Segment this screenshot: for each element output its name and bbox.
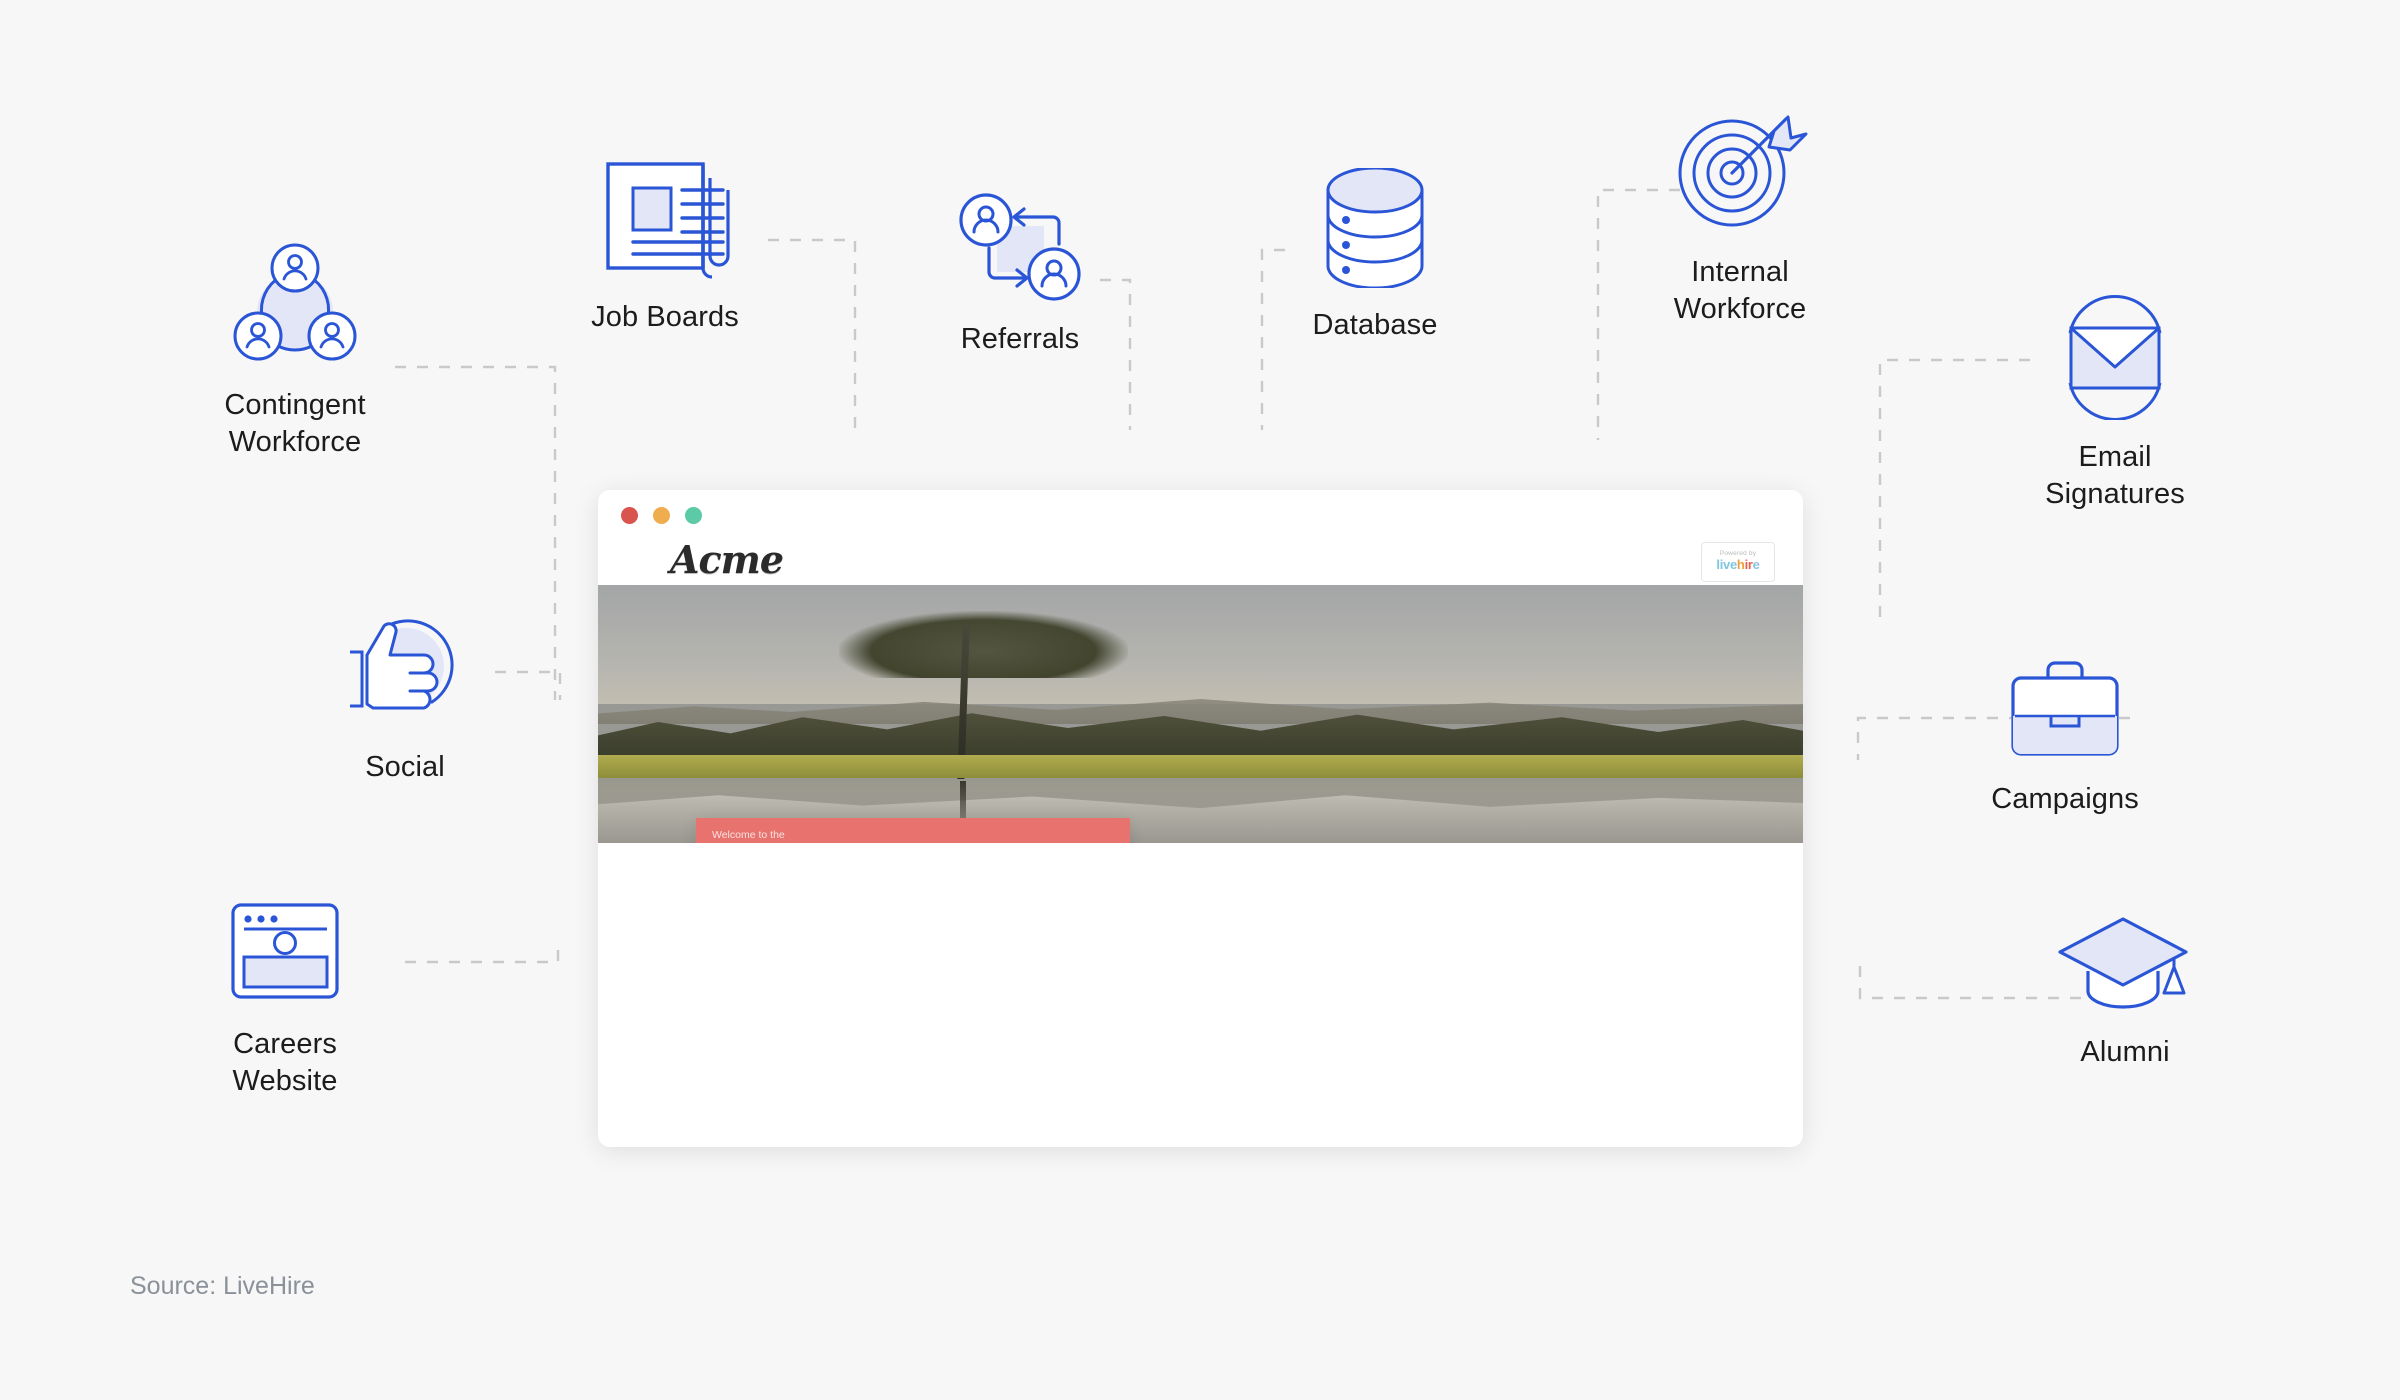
node-label: Internal Workforce [1673, 256, 1807, 326]
envelope-icon [2050, 295, 2180, 425]
node-label: Careers Website [232, 1028, 338, 1098]
connector-careers-website [405, 940, 560, 964]
maximize-green-dot[interactable] [685, 507, 702, 524]
people-network-icon [230, 240, 360, 373]
card-eyebrow: Welcome to the [712, 829, 785, 841]
node-social[interactable]: Social [315, 608, 495, 786]
talent-community-card: Welcome to the Acme Talent Community Hel… [696, 818, 1130, 843]
node-label: Alumni [2080, 1036, 2170, 1068]
node-internal-workforce[interactable]: Internal Workforce [1640, 105, 1840, 328]
thumbs-up-icon [340, 608, 470, 735]
node-label: Social [365, 751, 445, 783]
source-note: Source: LiveHire [130, 1272, 315, 1300]
node-label: Campaigns [1991, 783, 2139, 815]
graduation-cap-icon [2057, 905, 2193, 1020]
connector-job-boards [768, 238, 857, 430]
node-email-signatures[interactable]: Email Signatures [2025, 295, 2205, 513]
node-referrals[interactable]: Referrals [930, 192, 1110, 358]
card-header: Welcome to the Acme Talent Community [696, 818, 1130, 843]
browser-mockup: Acme Powered by livehire Welcome to the … [598, 490, 1803, 1147]
site-header: Acme Powered by livehire [598, 537, 1803, 585]
node-label: Database [1312, 309, 1438, 341]
briefcase-icon [2000, 650, 2130, 767]
minimize-yellow-dot[interactable] [653, 507, 670, 524]
node-label: Referrals [960, 323, 1080, 355]
newspaper-icon [590, 152, 740, 285]
database-cylinder-icon [1310, 166, 1440, 293]
browser-window-icon [220, 895, 350, 1012]
acme-logo: Acme [670, 537, 784, 582]
node-alumni[interactable]: Alumni [2035, 905, 2215, 1071]
connector-database [1260, 248, 1285, 430]
livehire-wordmark: livehire [1716, 557, 1760, 573]
node-campaigns[interactable]: Campaigns [1975, 650, 2155, 818]
node-label: Contingent Workforce [224, 389, 366, 459]
browser-title-bar [598, 490, 1803, 538]
node-careers-website[interactable]: Careers Website [195, 895, 375, 1100]
target-arrow-icon [1670, 105, 1810, 240]
connector-email-signatures [1878, 358, 2030, 620]
diagram-canvas: Contingent Workforce Job Boards Referral… [0, 0, 2400, 1400]
powered-by-livehire-badge: Powered by livehire [1701, 542, 1775, 582]
hero-photo: Welcome to the Acme Talent Community Hel… [598, 585, 1803, 843]
node-label: Email Signatures [2045, 441, 2185, 511]
referral-exchange-icon [950, 192, 1090, 307]
close-red-dot[interactable] [621, 507, 638, 524]
node-database[interactable]: Database [1285, 166, 1465, 344]
node-label: Job Boards [591, 301, 739, 333]
connector-social [495, 670, 562, 700]
node-job-boards[interactable]: Job Boards [575, 152, 755, 336]
node-contingent-workforce[interactable]: Contingent Workforce [190, 240, 400, 461]
